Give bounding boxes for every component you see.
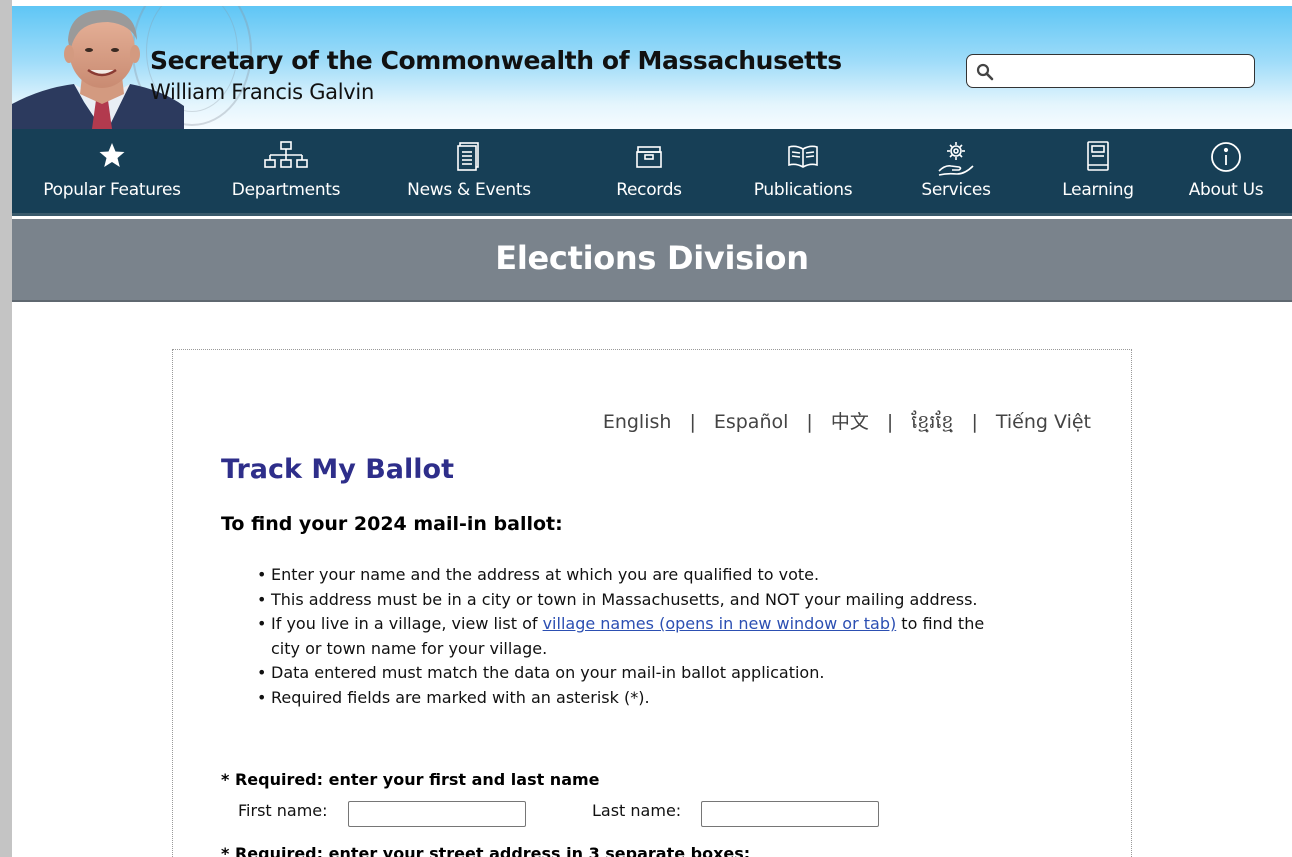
lang-separator: | xyxy=(689,411,696,433)
info-icon xyxy=(1210,141,1242,177)
address-required-label: * Required: enter your street address in… xyxy=(221,844,751,857)
list-item: Data entered must match the data on your… xyxy=(257,661,997,686)
nav-label: Learning xyxy=(1062,180,1134,200)
nav-label: Departments xyxy=(231,180,341,200)
nav-publications[interactable]: Publications xyxy=(738,129,868,216)
instructions-heading: To find your 2024 mail-in ballot: xyxy=(221,513,563,535)
site-title: Secretary of the Commonwealth of Massach… xyxy=(150,46,842,75)
first-name-label: First name: xyxy=(238,801,328,820)
org-chart-icon xyxy=(264,141,308,177)
nav-popular-features[interactable]: Popular Features xyxy=(34,129,190,216)
village-names-link[interactable]: village names (opens in new window or ta… xyxy=(543,614,897,633)
nav-label: Records xyxy=(616,180,682,200)
list-item: Enter your name and the address at which… xyxy=(257,563,997,588)
lang-english[interactable]: English xyxy=(603,411,672,433)
list-item-text: If you live in a village, view list of xyxy=(271,614,543,633)
search-input[interactable] xyxy=(999,59,1247,83)
site-header: Secretary of the Commonwealth of Massach… xyxy=(12,6,1292,129)
nav-label: News & Events xyxy=(407,180,531,200)
main-nav: Popular Features Departments News & Even… xyxy=(12,129,1292,216)
gear-hand-icon xyxy=(937,141,975,181)
nav-learning[interactable]: Learning xyxy=(1048,129,1148,216)
lang-khmer[interactable]: ខ្មែរខ្មែ xyxy=(911,411,953,433)
nav-records[interactable]: Records xyxy=(596,129,702,216)
page-title: Track My Ballot xyxy=(221,454,454,485)
track-ballot-card: English | Español | 中文 | ខ្មែរខ្មែ | Tiếng Việt … xyxy=(172,349,1132,857)
lang-separator: | xyxy=(806,411,813,433)
file-box-icon xyxy=(634,141,664,175)
lang-vietnamese[interactable]: Tiếng Việt xyxy=(996,411,1091,433)
name-required-label: * Required: enter your first and last na… xyxy=(221,770,600,789)
last-name-label: Last name: xyxy=(592,801,682,820)
site-subtitle: William Francis Galvin xyxy=(150,80,374,104)
division-title: Elections Division xyxy=(495,239,809,277)
nav-label: Publications xyxy=(753,180,853,200)
last-name-input[interactable] xyxy=(701,801,879,827)
newspaper-icon xyxy=(456,141,482,175)
nav-label: About Us xyxy=(1188,180,1264,200)
notebook-icon xyxy=(1085,141,1111,177)
lang-chinese[interactable]: 中文 xyxy=(831,411,869,433)
star-icon xyxy=(98,141,126,173)
nav-services[interactable]: Services xyxy=(908,129,1004,216)
list-item: This address must be in a city or town i… xyxy=(257,588,997,613)
search-icon[interactable] xyxy=(976,63,994,85)
list-item: Required fields are marked with an aster… xyxy=(257,686,997,711)
nav-label: Popular Features xyxy=(43,180,181,200)
first-name-input[interactable] xyxy=(348,801,526,827)
search-box[interactable] xyxy=(966,54,1255,88)
left-scroll-rail xyxy=(0,0,12,857)
nav-about-us[interactable]: About Us xyxy=(1180,129,1272,216)
lang-spanish[interactable]: Español xyxy=(714,411,789,433)
nav-departments[interactable]: Departments xyxy=(216,129,356,216)
division-banner: Elections Division xyxy=(12,219,1292,302)
instructions-list: Enter your name and the address at which… xyxy=(257,563,997,710)
nav-news-events[interactable]: News & Events xyxy=(402,129,536,216)
lang-separator: | xyxy=(886,411,894,433)
list-item: If you live in a village, view list of v… xyxy=(257,612,997,661)
language-selector: English | Español | 中文 | ខ្មែរខ្មែ | Tiếng Việt xyxy=(603,407,1091,438)
open-book-icon xyxy=(786,141,820,175)
lang-separator: | xyxy=(971,411,978,433)
nav-label: Services xyxy=(921,180,991,200)
